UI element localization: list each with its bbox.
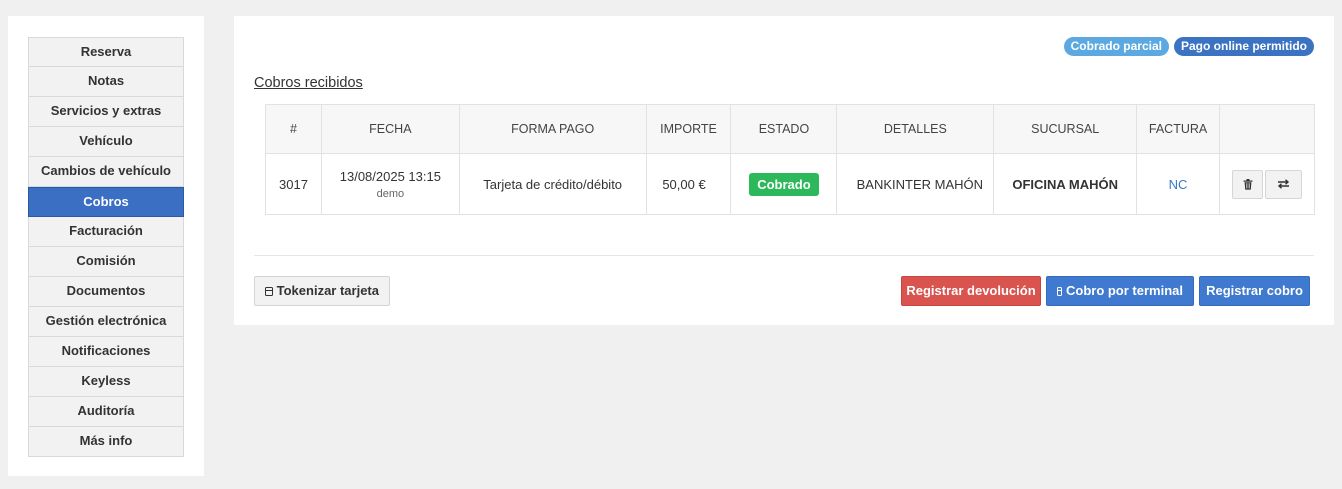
sidebar-item-facturacion[interactable]: Facturación (28, 217, 184, 247)
col-header-id: # (265, 104, 322, 154)
terminal-label: Cobro por terminal (1065, 283, 1183, 298)
sidebar-item-auditoria[interactable]: Auditoría (28, 397, 184, 427)
tokenizar-label: Tokenizar tarjeta (276, 283, 379, 298)
cobros-panel: Cobrado parcial Pago online permitido Co… (234, 16, 1334, 325)
cell-sucursal: OFICINA MAHÓN (993, 153, 1138, 215)
col-header-forma-pago: FORMA PAGO (458, 104, 647, 154)
table-header-row: # FECHA FORMA PAGO IMPORTE ESTADO DETALL… (265, 104, 1315, 154)
sidebar-item-notas[interactable]: Notas (28, 67, 184, 97)
table-row: 3017 13/08/2025 13:15 demo Tarjeta de cr… (265, 153, 1315, 215)
col-header-fecha: FECHA (320, 104, 460, 154)
registrar-devolucion-button[interactable]: Registrar devolución (901, 276, 1041, 306)
sidebar-item-vehiculo[interactable]: Vehículo (28, 127, 184, 157)
cell-forma-pago: Tarjeta de crédito/débito (458, 153, 647, 215)
sidebar-item-gestion-electronica[interactable]: Gestión electrónica (28, 307, 184, 337)
cobro-terminal-button[interactable]: Cobro por terminal (1046, 276, 1194, 306)
col-header-actions (1219, 104, 1315, 154)
col-header-sucursal: SUCURSAL (993, 104, 1138, 154)
sidebar-item-mas-info[interactable]: Más info (28, 427, 184, 457)
factura-link[interactable]: NC (1169, 177, 1188, 192)
sidebar-item-documentos[interactable]: Documentos (28, 277, 184, 307)
status-badges: Cobrado parcial Pago online permitido (1063, 37, 1314, 56)
registrar-label: Registrar cobro (1206, 283, 1303, 298)
badge-pago-online: Pago online permitido (1173, 37, 1314, 56)
delete-button[interactable] (1232, 169, 1264, 199)
cell-importe: 50,00 € (645, 153, 732, 215)
tokenizar-tarjeta-button[interactable]: Tokenizar tarjeta (254, 276, 390, 306)
transfer-button[interactable] (1265, 169, 1303, 199)
sidebar-nav: Reserva Notas Servicios y extras Vehícul… (28, 37, 184, 457)
sidebar-item-keyless[interactable]: Keyless (28, 367, 184, 397)
divider (254, 255, 1314, 256)
sidebar: Reserva Notas Servicios y extras Vehícul… (8, 16, 204, 476)
sidebar-item-cobros[interactable]: Cobros (28, 187, 184, 217)
cell-factura: NC (1136, 153, 1221, 215)
cell-fecha: 13/08/2025 13:15 demo (320, 153, 460, 215)
badge-cobrado-parcial: Cobrado parcial (1063, 37, 1169, 56)
sidebar-item-cambios-vehiculo[interactable]: Cambios de vehículo (28, 157, 184, 187)
devolucion-label: Registrar devolución (906, 283, 1036, 298)
sidebar-item-servicios[interactable]: Servicios y extras (28, 97, 184, 127)
sidebar-item-reserva[interactable]: Reserva (28, 37, 184, 67)
swap-icon (1277, 179, 1290, 189)
cell-fecha-value: 13/08/2025 13:15 (339, 168, 441, 184)
col-header-estado: ESTADO (730, 104, 838, 154)
col-header-factura: FACTURA (1136, 104, 1221, 154)
col-header-detalles: DETALLES (836, 104, 995, 154)
sidebar-item-comision[interactable]: Comisión (28, 247, 184, 277)
sidebar-item-notificaciones[interactable]: Notificaciones (28, 337, 184, 367)
credit-card-icon (265, 286, 273, 296)
cell-detalles: BANKINTER MAHÓN (836, 153, 995, 215)
section-title: Cobros recibidos (254, 75, 363, 91)
cell-id: 3017 (265, 153, 322, 215)
cell-fecha-user: demo (376, 187, 405, 200)
status-badge: Cobrado (749, 172, 819, 196)
trash-icon (1243, 178, 1253, 190)
cell-actions (1219, 153, 1315, 215)
registrar-cobro-button[interactable]: Registrar cobro (1199, 276, 1310, 306)
col-header-importe: IMPORTE (645, 104, 732, 154)
credit-card-icon (1057, 286, 1062, 296)
cell-estado: Cobrado (730, 153, 838, 215)
cobros-table: # FECHA FORMA PAGO IMPORTE ESTADO DETALL… (265, 104, 1315, 215)
